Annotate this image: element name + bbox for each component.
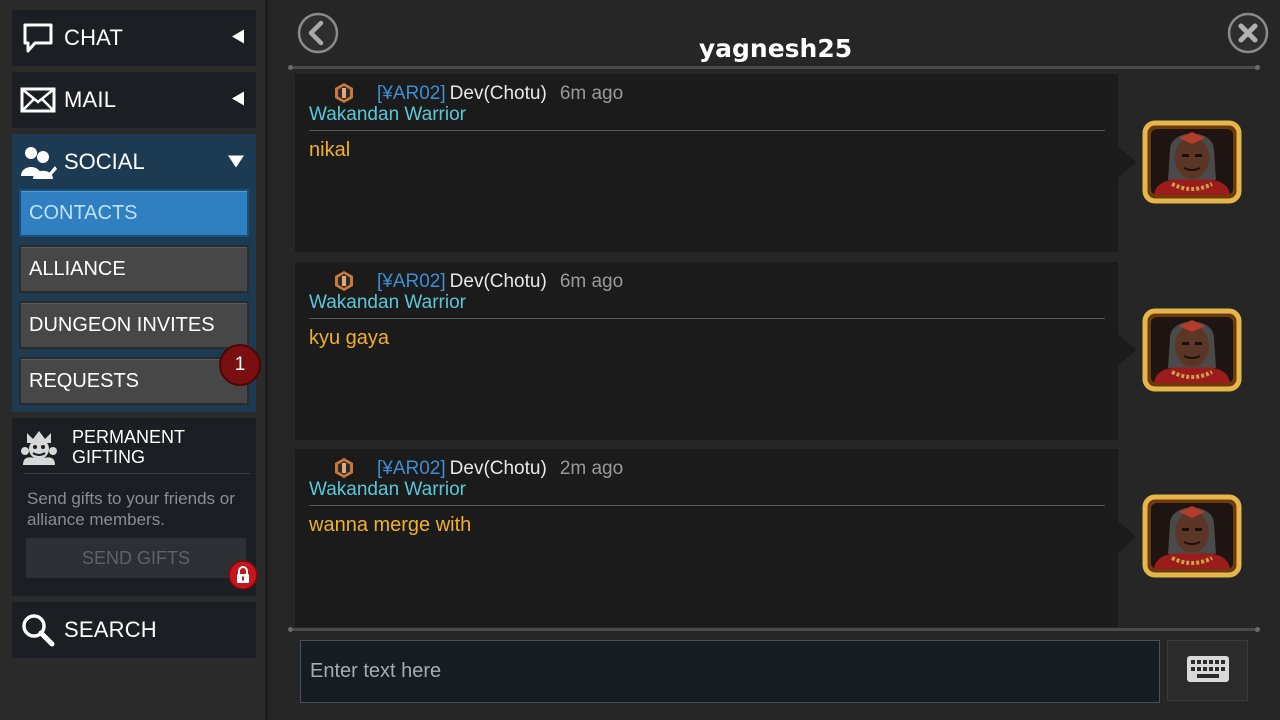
sender-title: Wakandan Warrior	[309, 479, 466, 500]
social-nav-button[interactable]: SOCIAL	[12, 134, 256, 190]
gifting-title-line1: PERMANENT	[72, 427, 186, 447]
chat-nav-button[interactable]: CHAT	[12, 10, 256, 66]
message-time: 6m ago	[559, 83, 624, 104]
gift-character-icon	[12, 422, 66, 472]
tab-alliance[interactable]: ALLIANCE	[19, 245, 249, 293]
sender-name[interactable]: Dev(Chotu)	[450, 271, 547, 293]
header-divider	[288, 65, 1260, 70]
chat-title: yagnesh25	[698, 34, 853, 63]
alliance-tag[interactable]: [¥AR02]	[377, 271, 446, 293]
people-icon	[12, 134, 64, 190]
sender-avatar[interactable]	[1142, 494, 1242, 578]
requests-count-badge: 1	[219, 344, 261, 386]
mail-nav-button[interactable]: MAIL	[12, 72, 256, 128]
message-header: [¥AR02] Dev(Chotu) 6m ago	[333, 82, 623, 106]
tab-contacts[interactable]: CONTACTS	[19, 189, 249, 237]
lock-icon	[228, 560, 258, 590]
message-time: 6m ago	[559, 271, 624, 292]
tab-dungeon-invites[interactable]: DUNGEON INVITES	[19, 301, 249, 349]
search-nav-label: SEARCH	[64, 617, 157, 642]
gifting-header: PERMANENT GIFTING	[12, 422, 256, 472]
gifting-title-line2: GIFTING	[72, 447, 145, 467]
mail-nav-label: MAIL	[64, 87, 117, 112]
alliance-tag[interactable]: [¥AR02]	[377, 458, 446, 480]
chat-message: [¥AR02] Dev(Chotu) 6m ago Wakandan Warri…	[295, 74, 1136, 252]
close-circle-icon[interactable]	[1227, 12, 1269, 54]
search-nav-button[interactable]: SEARCH	[12, 602, 256, 658]
magnifier-icon	[12, 602, 64, 658]
sidebar: CHAT MAIL SOCIAL CONTACTS ALLIANCE DUNGE…	[0, 0, 268, 720]
gifting-title: PERMANENT GIFTING	[72, 427, 185, 467]
message-input[interactable]: Enter text here	[300, 640, 1160, 703]
sender-name[interactable]: Dev(Chotu)	[450, 83, 547, 105]
social-section: SOCIAL CONTACTS ALLIANCE DUNGEON INVITES…	[12, 134, 261, 412]
message-text: nikal	[309, 139, 351, 161]
gifting-description: Send gifts to your friends or alliance m…	[27, 489, 235, 529]
triangle-left-icon	[232, 29, 244, 48]
message-text: kyu gaya	[309, 327, 390, 349]
message-divider	[309, 130, 1105, 131]
sender-avatar[interactable]	[1142, 120, 1242, 204]
triangle-left-icon	[232, 91, 244, 110]
speech-bubble-icon	[12, 10, 64, 66]
triangle-down-icon	[228, 153, 244, 172]
social-nav-label: SOCIAL	[64, 149, 145, 174]
message-header: [¥AR02] Dev(Chotu) 6m ago	[333, 270, 623, 294]
alliance-tag[interactable]: [¥AR02]	[377, 83, 446, 105]
sender-name[interactable]: Dev(Chotu)	[450, 458, 547, 480]
message-divider	[309, 318, 1105, 319]
sender-avatar[interactable]	[1142, 308, 1242, 392]
tab-requests[interactable]: REQUESTS	[19, 357, 249, 405]
envelope-icon	[12, 72, 64, 128]
input-divider	[288, 627, 1260, 632]
message-time: 2m ago	[559, 458, 624, 479]
gifting-divider	[24, 473, 250, 474]
chat-area: yagnesh25 [¥AR02] Dev(Chotu) 6m ago Waka…	[271, 0, 1280, 720]
keyboard-button[interactable]	[1167, 640, 1248, 701]
message-divider	[309, 505, 1105, 506]
message-text: wanna merge with	[309, 514, 472, 536]
sender-title: Wakandan Warrior	[309, 292, 466, 313]
chat-message: [¥AR02] Dev(Chotu) 6m ago Wakandan Warri…	[295, 262, 1136, 440]
sender-title: Wakandan Warrior	[309, 104, 466, 125]
keyboard-icon	[1186, 655, 1230, 687]
message-header: [¥AR02] Dev(Chotu) 2m ago	[333, 457, 623, 481]
permanent-gifting-panel: PERMANENT GIFTING Send gifts to your fri…	[12, 418, 258, 596]
chat-message: [¥AR02] Dev(Chotu) 2m ago Wakandan Warri…	[295, 449, 1136, 627]
chat-nav-label: CHAT	[64, 25, 124, 50]
send-gifts-button[interactable]: SEND GIFTS	[26, 538, 246, 578]
